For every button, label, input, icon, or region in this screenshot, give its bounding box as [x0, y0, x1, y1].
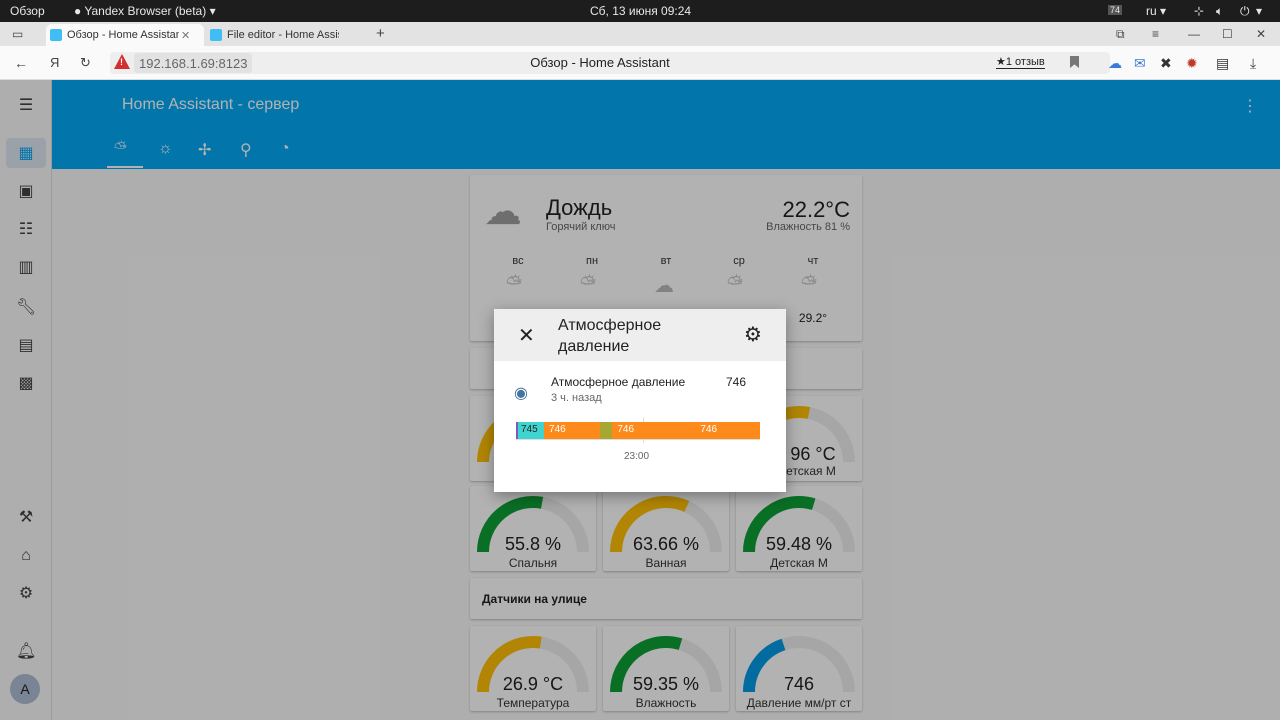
chevron-down-icon: ▾ — [1160, 4, 1167, 18]
address-bar-row: ← Я ↻ ! 192.168.1.69:8123 Обзор - Home A… — [0, 46, 1280, 80]
timeline-segment — [516, 422, 518, 439]
activities-button[interactable]: Обзор — [10, 4, 45, 18]
close-icon[interactable]: ✕ — [518, 323, 535, 348]
entity-name: Атмосферное давление — [551, 375, 686, 389]
timeline-label: 746 — [700, 424, 718, 435]
minimize-icon[interactable]: — — [1188, 27, 1200, 41]
yandex-icon[interactable]: Я — [50, 55, 59, 70]
reviews-link[interactable]: ★1 отзыв — [996, 55, 1045, 69]
url-field[interactable]: ! 192.168.1.69:8123 Обзор - Home Assista… — [110, 52, 1110, 74]
tab-file-editor[interactable]: File editor - Home Assistant — [206, 24, 364, 46]
menu-icon[interactable]: ≡ — [1152, 27, 1159, 41]
tabs-overview-icon[interactable]: ⧉ — [1116, 27, 1125, 42]
browser-tab-strip: ▭ Обзор - Home Assistant ✕ File editor -… — [0, 22, 1280, 46]
back-icon[interactable]: ← — [14, 55, 28, 71]
timeline-segment[interactable] — [600, 422, 613, 439]
maximize-icon[interactable]: ☐ — [1222, 27, 1233, 41]
extension-icon[interactable]: ✖ — [1160, 55, 1172, 72]
close-window-icon[interactable]: ✕ — [1256, 27, 1266, 41]
cloud-extension-icon[interactable]: ☁ — [1108, 55, 1122, 72]
eye-icon: ◉ — [514, 385, 528, 402]
page-title: Обзор - Home Assistant — [530, 55, 670, 70]
sidebar-toggle-icon[interactable]: ▭ — [12, 27, 23, 41]
clock[interactable]: Сб, 13 июня 09:24 — [590, 4, 691, 18]
language-indicator[interactable]: ru ▾ — [1146, 4, 1166, 18]
settings-gear-icon[interactable]: ⚙ — [744, 322, 762, 347]
timeline-label: 746 — [549, 424, 566, 435]
more-info-dialog: ✕ Атмосферное давление ⚙ ◉ Атмосферное д… — [494, 309, 786, 492]
bug-extension-icon[interactable]: ✹ — [1186, 55, 1198, 72]
yandex-browser-icon: ● — [74, 4, 82, 18]
chat-icon[interactable]: ▤ — [1216, 55, 1229, 72]
dialog-header: ✕ Атмосферное давление ⚙ — [494, 309, 786, 361]
chevron-down-icon[interactable]: ▾ — [1256, 4, 1262, 18]
download-icon[interactable]: ⤓ — [1250, 55, 1256, 72]
new-tab-button[interactable]: + — [376, 25, 385, 42]
tab-overview[interactable]: Обзор - Home Assistant ✕ — [46, 24, 204, 46]
app-menu[interactable]: ● Yandex Browser (beta) ▾ — [74, 4, 216, 18]
chevron-down-icon: ▾ — [209, 4, 216, 18]
home-assistant-favicon-icon — [50, 29, 62, 41]
system-top-bar: Обзор ● Yandex Browser (beta) ▾ Сб, 13 и… — [0, 0, 1280, 22]
network-icon[interactable]: ⊹ — [1194, 4, 1204, 18]
timeline-label: 746 — [617, 424, 635, 435]
home-assistant-favicon-icon — [210, 29, 222, 41]
bookmark-icon[interactable] — [1070, 56, 1079, 68]
power-icon[interactable]: ⏻ — [1240, 4, 1250, 19]
timeline-label: 745 — [521, 424, 538, 435]
last-changed: 3 ч. назад — [551, 392, 602, 404]
entity-state: 746 — [725, 375, 746, 389]
notification-count-badge[interactable]: 74 — [1108, 5, 1123, 15]
close-tab-icon[interactable]: ✕ — [181, 29, 190, 42]
reload-icon[interactable]: ↻ — [80, 55, 91, 71]
history-timeline[interactable]: 745 746 746 746 — [516, 422, 760, 439]
url-host[interactable]: 192.168.1.69:8123 — [134, 53, 253, 73]
mail-icon[interactable]: ✉ — [1134, 55, 1146, 72]
volume-icon[interactable]: 🔈︎ — [1216, 4, 1223, 19]
timeline-x-label: 23:00 — [624, 451, 650, 462]
dialog-title: Атмосферное давление — [558, 317, 662, 355]
